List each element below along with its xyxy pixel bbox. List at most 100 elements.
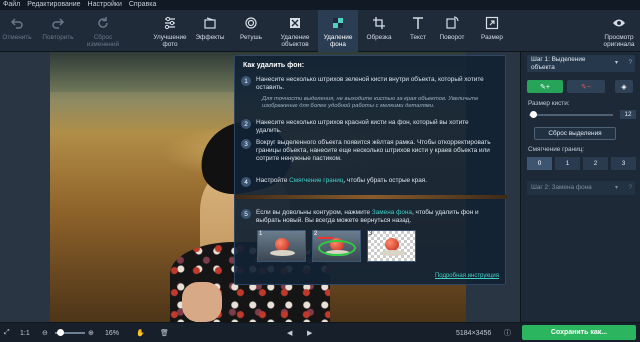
crop-button[interactable]: Обрезка bbox=[362, 10, 396, 52]
step1-header[interactable]: Шаг 1: Выделение объекта ▾ ? bbox=[527, 55, 635, 72]
remove-bg-icon bbox=[331, 12, 345, 34]
smoothing-link[interactable]: Смягчение границ bbox=[289, 177, 343, 184]
image-dimensions: 5184×3456 bbox=[456, 329, 492, 337]
retouch-button[interactable]: Ретушь bbox=[235, 10, 267, 52]
resize-label: Размер bbox=[481, 34, 503, 41]
brush-tools: ✎+ ✎− ◈ bbox=[527, 80, 633, 93]
zoom-level: 16% bbox=[105, 329, 120, 337]
rotate-icon bbox=[445, 12, 459, 34]
smoothing-options: 0 1 2 3 bbox=[527, 157, 636, 170]
effects-label: Эффекты bbox=[195, 34, 225, 41]
zoom-in-icon[interactable]: ⊕ bbox=[88, 323, 94, 342]
smoothing-option-1[interactable]: 1 bbox=[555, 157, 580, 170]
chevron-down-icon: ▾ bbox=[615, 185, 619, 191]
step-text-after: , чтобы убрать острые края. bbox=[343, 177, 428, 184]
text-button[interactable]: Текст bbox=[402, 10, 434, 52]
keep-brush-button[interactable]: ✎+ bbox=[527, 80, 563, 93]
step-number: 1 bbox=[241, 76, 251, 86]
effects-icon bbox=[203, 12, 217, 34]
redo-icon bbox=[51, 12, 65, 34]
text-label: Текст bbox=[409, 34, 427, 41]
green-brush-icon: ✎+ bbox=[540, 83, 550, 91]
step-text: Нанесите несколько штрихов зеленой кисти… bbox=[256, 76, 484, 91]
preview-original-button[interactable]: Просмотр оригинала bbox=[598, 10, 640, 52]
crop-icon bbox=[372, 12, 386, 34]
guide-title: Как удалить фон: bbox=[243, 62, 305, 69]
rotate-button[interactable]: Поворот bbox=[436, 10, 468, 52]
text-icon bbox=[411, 12, 425, 34]
menu-help[interactable]: Справка bbox=[129, 0, 156, 10]
remove-brush-button[interactable]: ✎− bbox=[567, 80, 605, 93]
replace-bg-link[interactable]: Замена фона bbox=[372, 209, 412, 216]
enhance-button[interactable]: Улучшение фото bbox=[148, 10, 192, 52]
menu-file[interactable]: Файл bbox=[3, 0, 20, 10]
chevron-down-icon: ▾ bbox=[615, 60, 619, 66]
reset-selection-button[interactable]: Сброс выделения bbox=[534, 127, 616, 140]
slider-handle[interactable] bbox=[530, 111, 538, 118]
canvas-area[interactable]: Как удалить фон: 1 Нанесите несколько шт… bbox=[0, 52, 520, 322]
eye-icon bbox=[612, 12, 626, 34]
crop-label: Обрезка bbox=[366, 34, 392, 41]
resize-icon bbox=[485, 12, 499, 34]
undo-label: Отменить bbox=[2, 34, 32, 41]
step-text: Если вы довольны контуром, нажмите Замен… bbox=[256, 209, 494, 225]
sliders-icon bbox=[163, 12, 177, 34]
remove-objects-button[interactable]: Удаление объектов bbox=[273, 10, 317, 52]
menu-settings[interactable]: Настройки bbox=[88, 0, 122, 10]
fit-to-screen-icon[interactable]: ⤢ bbox=[4, 323, 10, 342]
smoothing-label: Смягчение границ: bbox=[528, 146, 585, 153]
smoothing-option-2[interactable]: 2 bbox=[583, 157, 608, 170]
hand-tool-icon[interactable]: ✋ bbox=[136, 323, 145, 342]
step-text-before: Настройте bbox=[256, 177, 290, 184]
step2-header[interactable]: Шаг 2: Замена фона ▾ ? bbox=[527, 181, 635, 195]
smoothing-option-0[interactable]: 0 bbox=[527, 157, 552, 170]
smoothing-option-3[interactable]: 3 bbox=[611, 157, 636, 170]
zoom-slider-handle[interactable] bbox=[57, 329, 64, 336]
menu-edit[interactable]: Редактирование bbox=[27, 0, 80, 10]
brush-size-label: Размер кисти: bbox=[528, 100, 570, 107]
step-text: Нанесите несколько штрихов красной кисти… bbox=[256, 119, 469, 134]
previous-image-icon[interactable]: ◀ bbox=[287, 323, 292, 342]
step-number: 2 bbox=[241, 119, 251, 129]
delete-icon[interactable]: 🗑 bbox=[160, 323, 169, 342]
remove-objects-label: Удаление объектов bbox=[280, 34, 310, 48]
reset-changes-button[interactable]: Сброс изменений bbox=[82, 10, 124, 52]
help-icon[interactable]: ? bbox=[628, 59, 632, 66]
save-as-button[interactable]: Сохранить как... bbox=[522, 325, 636, 340]
eraser-button[interactable]: ◈ bbox=[615, 80, 633, 93]
help-icon[interactable]: ? bbox=[628, 184, 632, 191]
info-icon[interactable]: ⓘ bbox=[504, 323, 511, 342]
detailed-instructions-link[interactable]: Подробная инструкция bbox=[435, 273, 499, 279]
step-text: Настройте Смягчение границ, чтобы убрать… bbox=[256, 177, 494, 187]
step2-title: Шаг 2: Замена фона bbox=[531, 184, 592, 191]
red-brush-stroke bbox=[317, 237, 333, 247]
resize-button[interactable]: Размер bbox=[476, 10, 508, 52]
guide-thumbnail: 1 bbox=[257, 230, 306, 262]
brush-size-input[interactable]: 12 bbox=[620, 110, 636, 119]
guide-divider bbox=[235, 195, 507, 199]
actual-size-button[interactable]: 1:1 bbox=[20, 323, 30, 342]
zoom-out-icon[interactable]: ⊖ bbox=[42, 323, 48, 342]
brush-size-slider[interactable] bbox=[529, 111, 613, 118]
preview-original-label: Просмотр оригинала bbox=[603, 34, 635, 48]
reset-icon bbox=[96, 12, 110, 34]
thumbnail-number: 1 bbox=[259, 231, 263, 237]
guide-step: 1 Нанесите несколько штрихов зеленой кис… bbox=[241, 76, 494, 92]
red-brush-icon: ✎− bbox=[581, 83, 591, 91]
next-image-icon[interactable]: ▶ bbox=[307, 323, 312, 342]
eraser-icon: ◈ bbox=[621, 83, 627, 91]
undo-icon bbox=[10, 12, 24, 34]
effects-button[interactable]: Эффекты bbox=[193, 10, 227, 52]
guide-step: 2 Нанесите несколько штрихов красной кис… bbox=[241, 119, 494, 135]
step1-title: Шаг 1: Выделение объекта bbox=[531, 56, 586, 71]
guide-thumbnails: 1 2 3 bbox=[257, 230, 416, 262]
redo-button[interactable]: Повторить bbox=[38, 10, 78, 52]
remove-bg-button[interactable]: Удаление фона bbox=[318, 10, 358, 52]
guide-thumbnail: 3 bbox=[367, 230, 416, 262]
remove-objects-icon bbox=[288, 12, 302, 34]
help-guide-overlay: Как удалить фон: 1 Нанесите несколько шт… bbox=[234, 55, 507, 285]
undo-button[interactable]: Отменить bbox=[0, 10, 34, 52]
guide-step: 5 Если вы довольны контуром, нажмите Зам… bbox=[241, 209, 494, 225]
rotate-label: Поворот bbox=[439, 34, 465, 41]
step-number: 4 bbox=[241, 177, 251, 187]
